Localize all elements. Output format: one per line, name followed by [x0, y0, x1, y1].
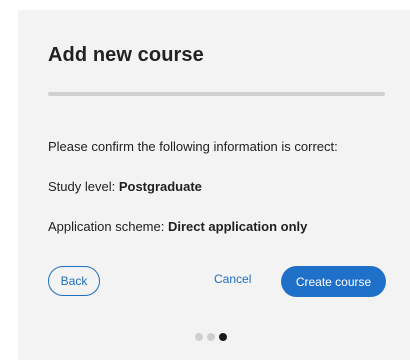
step-dot-active [219, 333, 227, 341]
cancel-button[interactable]: Cancel [214, 272, 251, 286]
study-level-value: Postgraduate [118, 179, 202, 194]
back-button[interactable]: Back [48, 266, 100, 296]
step-indicator [195, 333, 227, 341]
study-level-label: Study level: [48, 179, 119, 194]
add-course-dialog: Add new course Please confirm the follow… [18, 10, 410, 360]
progress-bar [48, 92, 385, 96]
application-scheme-row: Application scheme: Direct application o… [48, 219, 307, 234]
progress-bar-fill [48, 92, 385, 96]
confirm-text: Please confirm the following information… [48, 139, 338, 154]
application-scheme-label: Application scheme: [48, 219, 168, 234]
create-course-button[interactable]: Create course [281, 266, 386, 297]
step-dot [207, 333, 215, 341]
dialog-title: Add new course [48, 44, 204, 66]
step-dot [195, 333, 203, 341]
application-scheme-value: Direct application only [167, 219, 308, 234]
study-level-row: Study level: Postgraduate [48, 179, 202, 194]
